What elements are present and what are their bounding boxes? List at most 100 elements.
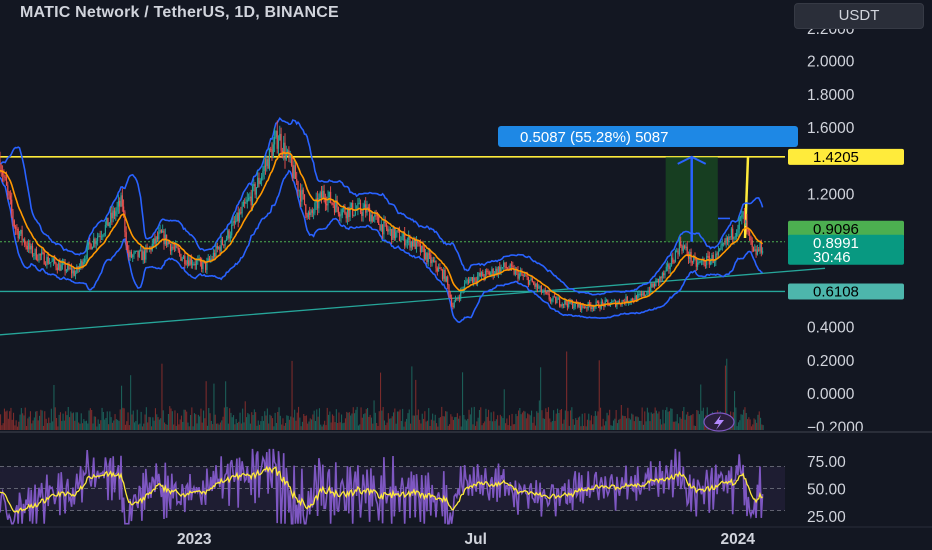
candle	[512, 266, 514, 268]
volume-bar	[311, 419, 313, 430]
volume-bar	[747, 419, 749, 430]
volume-bar	[240, 423, 242, 430]
volume-bar	[528, 414, 530, 430]
volume-bar	[584, 413, 586, 430]
volume-bar	[594, 411, 596, 430]
volume-bar	[425, 421, 427, 430]
candle	[439, 267, 441, 269]
price-chart[interactable]: 0.5087 (55.28%) 5087 2.0000 1.8000 1.6000 1…	[0, 0, 932, 550]
volume-bar	[91, 410, 93, 430]
volume-bar	[488, 409, 490, 430]
currency-button[interactable]: USDT	[794, 3, 924, 29]
candle	[436, 268, 438, 272]
volume-bar	[184, 409, 186, 430]
volume-bar	[109, 411, 111, 430]
volume-bar	[646, 407, 648, 430]
candle	[100, 236, 103, 238]
volume-bar	[652, 413, 654, 430]
volume-bar	[247, 413, 249, 430]
candle	[115, 211, 117, 216]
volume-bar	[498, 425, 500, 430]
volume-bar	[251, 412, 253, 430]
lightning-logo-icon[interactable]	[703, 412, 735, 432]
volume-bar	[689, 415, 691, 430]
candle	[188, 260, 190, 266]
volume-bar	[264, 411, 266, 430]
candle	[249, 196, 251, 198]
candle	[529, 279, 531, 285]
candle	[192, 264, 194, 265]
candle	[332, 203, 334, 205]
candle	[353, 215, 355, 216]
volume-bar	[225, 381, 227, 430]
volume-bar	[648, 412, 650, 430]
volume-bar	[246, 417, 248, 430]
volume-bar	[523, 410, 525, 430]
volume-bar	[300, 426, 302, 430]
candle	[142, 251, 144, 261]
volume-bar	[80, 413, 82, 430]
volume-bar	[495, 419, 497, 430]
volume-bar	[667, 411, 669, 430]
volume-bar	[253, 409, 255, 430]
candle	[194, 263, 196, 266]
volume-bar	[644, 411, 646, 430]
volume-bar	[758, 411, 760, 430]
volume-bar	[269, 414, 271, 430]
candle	[16, 228, 18, 230]
volume-bar	[383, 420, 385, 430]
volume-bar	[101, 407, 103, 430]
volume-bar	[134, 422, 136, 430]
volume-bar	[46, 423, 48, 430]
measure-tool[interactable]: 0.5087 (55.28%) 5087	[498, 126, 798, 242]
volume-bar	[688, 416, 690, 430]
volume-bar	[592, 424, 594, 430]
volume-bar	[115, 419, 117, 430]
volume-bar	[485, 408, 487, 430]
volume-bar	[209, 413, 211, 430]
volume-bar	[581, 413, 583, 430]
candle	[29, 242, 31, 250]
volume-bar	[274, 412, 276, 430]
volume-bar	[529, 415, 531, 430]
candle	[678, 241, 680, 255]
volume-bar	[196, 423, 198, 430]
volume-bar	[493, 411, 495, 430]
volume-bar	[78, 422, 80, 430]
volume-bar	[462, 372, 464, 430]
candle	[599, 307, 601, 309]
candle	[279, 133, 281, 141]
volume-bar	[233, 415, 235, 430]
volume-bar	[40, 409, 42, 430]
volume-bar	[464, 419, 466, 430]
volume-bar	[35, 411, 37, 430]
volume-bar	[406, 418, 408, 430]
volume-bar	[48, 417, 50, 430]
volume-bar	[674, 421, 676, 430]
volume-bar	[438, 417, 440, 430]
candle	[65, 270, 67, 272]
candle	[525, 275, 527, 277]
candle	[547, 292, 549, 295]
volume-bar	[117, 419, 119, 430]
volume-bar	[318, 408, 320, 430]
volume-bar	[606, 412, 608, 430]
volume-bar	[739, 420, 741, 430]
price-tag-0.6108: 0.6108	[813, 283, 859, 300]
volume-bar	[478, 410, 480, 430]
volume-bar	[2, 423, 4, 430]
candle	[22, 239, 24, 241]
volume-bar	[619, 418, 621, 430]
volume-bar	[560, 409, 562, 430]
volume-bar	[313, 410, 315, 430]
volume-bar	[564, 410, 566, 430]
candle	[669, 266, 671, 269]
volume-bar	[558, 413, 560, 430]
candle	[405, 243, 407, 246]
candle	[372, 217, 375, 222]
candle	[175, 244, 177, 248]
volume-bar	[387, 413, 389, 430]
volume-bar	[67, 407, 69, 430]
volume-bar	[702, 407, 704, 430]
candle	[742, 211, 744, 215]
